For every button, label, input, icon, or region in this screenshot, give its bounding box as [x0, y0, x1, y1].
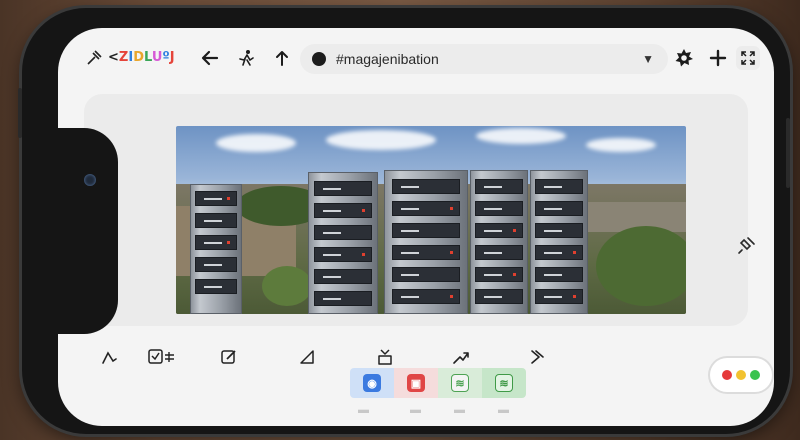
checklist-icon[interactable] [144, 344, 180, 370]
download-icon[interactable] [372, 344, 398, 370]
server-rack [530, 170, 588, 314]
side-button [18, 88, 22, 138]
screen: <ZIDLUºJ #magajenibation ▼ ◉ ▣ ≋ ≋ ▬ ▬ ▬… [58, 28, 774, 426]
close-dot[interactable] [722, 370, 732, 380]
search-icon [312, 52, 326, 66]
sheet-icon[interactable]: ≋ [438, 368, 482, 398]
walk-icon[interactable] [234, 46, 258, 70]
person-icon[interactable]: ◉ [350, 368, 394, 398]
minimize-dot[interactable] [736, 370, 746, 380]
chevron-down-icon[interactable]: ▼ [642, 52, 654, 66]
settings-icon[interactable] [672, 46, 696, 70]
camera-icon[interactable]: ▣ [394, 368, 438, 398]
app-chip-row: ◉ ▣ ≋ ≋ [350, 368, 526, 398]
phone-frame: <ZIDLUºJ #magajenibation ▼ ◉ ▣ ≋ ≋ ▬ ▬ ▬… [18, 8, 790, 434]
forward-icon[interactable] [448, 344, 474, 370]
app-logo: <ZIDLUºJ [108, 50, 175, 65]
reflection-icon: ▬ [498, 404, 509, 416]
address-text: #magajenibation [336, 51, 439, 67]
reflection-icon: ▬ [358, 404, 369, 416]
server-racks-image[interactable] [176, 126, 686, 314]
browser-toolbar: <ZIDLUºJ #magajenibation ▼ [58, 28, 774, 88]
side-button [786, 118, 790, 188]
add-icon[interactable] [706, 46, 730, 70]
chevron-right-icon[interactable] [524, 344, 550, 370]
notch [58, 128, 118, 334]
upload-icon[interactable] [270, 46, 294, 70]
window-controls[interactable] [710, 358, 772, 392]
server-rack [190, 184, 242, 314]
triangle-icon[interactable] [294, 344, 320, 370]
draw-icon[interactable] [96, 344, 122, 370]
sheet-alt-icon[interactable]: ≋ [482, 368, 526, 398]
reflection-icon: ▬ [454, 404, 465, 416]
pin-icon[interactable] [82, 46, 106, 70]
maximize-dot[interactable] [750, 370, 760, 380]
back-icon[interactable] [198, 46, 222, 70]
edit-icon[interactable] [216, 344, 242, 370]
camera-icon [84, 174, 96, 186]
reflection-icon: ▬ [410, 404, 421, 416]
address-bar[interactable]: #magajenibation ▼ [300, 44, 668, 74]
server-rack [470, 170, 528, 314]
pin-icon[interactable] [734, 232, 760, 258]
server-rack [308, 172, 378, 314]
fullscreen-icon[interactable] [736, 46, 760, 70]
server-rack [384, 170, 468, 314]
